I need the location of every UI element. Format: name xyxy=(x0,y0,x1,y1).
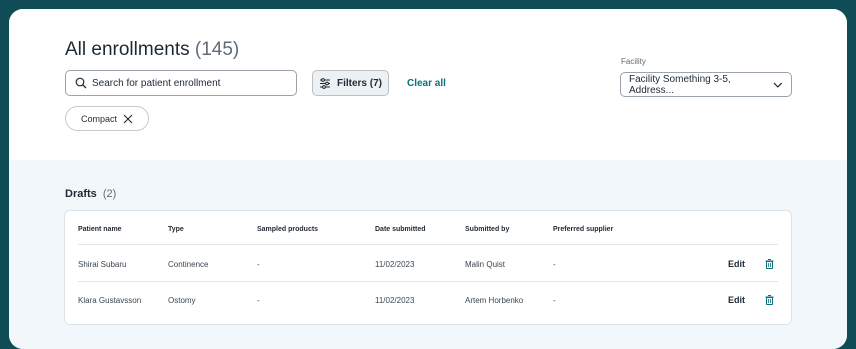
search-icon xyxy=(75,77,87,89)
search-placeholder: Search for patient enrollment xyxy=(92,77,221,89)
edit-button[interactable]: Edit xyxy=(728,259,745,269)
facility-label: Facility xyxy=(621,57,646,66)
header-divider xyxy=(78,244,778,245)
cell-submitted-by: Artem Horbenko xyxy=(465,296,524,305)
app-window: All enrollments (145) Search for patient… xyxy=(9,9,847,349)
column-header-date: Date submitted xyxy=(375,226,426,233)
cell-type: Ostomy xyxy=(168,296,196,305)
search-input[interactable]: Search for patient enrollment xyxy=(65,70,297,96)
column-header-patient: Patient name xyxy=(78,226,122,233)
filters-button[interactable]: Filters (7) xyxy=(312,70,389,96)
column-header-sampled: Sampled products xyxy=(257,226,319,233)
trash-icon[interactable] xyxy=(765,259,774,269)
cell-submitted-by: Malin Quist xyxy=(465,260,506,269)
clear-all-link[interactable]: Clear all xyxy=(407,78,446,89)
column-header-supplier: Preferred supplier xyxy=(553,226,614,233)
page-title-count: (145) xyxy=(194,39,240,60)
filter-chip-compact[interactable]: Compact xyxy=(65,106,149,131)
drafts-section: Drafts (2) Patient name Type Sampled pro… xyxy=(9,160,847,349)
close-icon[interactable] xyxy=(123,114,133,124)
cell-date: 11/02/2023 xyxy=(375,260,415,269)
filters-label: Filters (7) xyxy=(336,77,382,89)
row-divider xyxy=(78,281,778,282)
chevron-down-icon xyxy=(773,82,783,88)
cell-sampled: - xyxy=(257,260,260,269)
sliders-icon xyxy=(319,77,330,89)
facility-select[interactable]: Facility Something 3-5, Address... xyxy=(620,72,792,97)
facility-value: Facility Something 3-5, Address... xyxy=(629,73,731,96)
cell-type: Continence xyxy=(168,260,209,269)
column-header-submitted-by: Submitted by xyxy=(465,226,510,233)
cell-patient: Shirai Subaru xyxy=(78,260,127,269)
drafts-title: Drafts (2) xyxy=(65,188,116,200)
column-header-type: Type xyxy=(168,226,184,233)
cell-patient: Klara Gustavsson xyxy=(78,296,142,305)
trash-icon[interactable] xyxy=(765,295,774,305)
page-title: All enrollments (145) xyxy=(65,39,239,61)
cell-sampled: - xyxy=(257,296,260,305)
cell-supplier: - xyxy=(553,296,556,305)
drafts-title-text: Drafts xyxy=(65,188,97,200)
cell-date: 11/02/2023 xyxy=(375,296,415,305)
cell-supplier: - xyxy=(553,260,556,269)
header-section: All enrollments (145) Search for patient… xyxy=(9,9,847,160)
page-title-text: All enrollments xyxy=(65,39,190,60)
drafts-table: Patient name Type Sampled products Date … xyxy=(64,210,792,325)
chip-label: Compact xyxy=(80,113,117,124)
edit-button[interactable]: Edit xyxy=(728,295,745,305)
drafts-count: (2) xyxy=(102,188,117,200)
